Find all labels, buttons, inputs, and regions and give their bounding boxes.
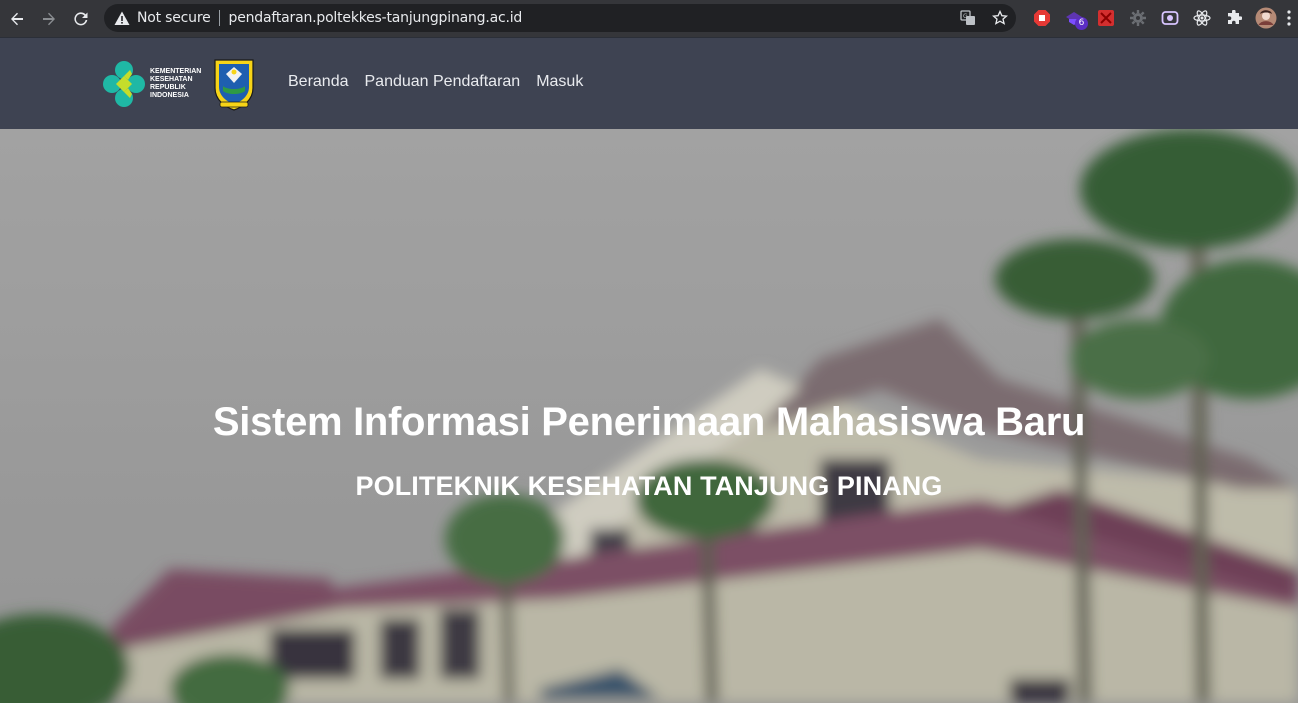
adblock-extension-icon[interactable]	[1026, 5, 1058, 31]
address-bar[interactable]: Not secure pendaftaran.poltekkes-tanjung…	[104, 4, 1016, 32]
browser-toolbar: Not secure pendaftaran.poltekkes-tanjung…	[0, 0, 1298, 37]
logo-line-3: REPUBLIK	[150, 84, 186, 91]
star-icon[interactable]	[990, 8, 1010, 28]
logo-line-4: INDONESIA	[150, 92, 189, 99]
react-devtools-icon[interactable]	[1186, 5, 1218, 31]
gear-extension-icon[interactable]	[1122, 5, 1154, 31]
security-label[interactable]: Not secure	[137, 10, 211, 26]
nav-panduan-pendaftaran-link[interactable]: Panduan Pendaftaran	[365, 73, 521, 91]
forward-icon[interactable]	[34, 4, 64, 34]
screen-capture-extension-icon[interactable]	[1154, 5, 1186, 31]
logo-line-1: KEMENTERIAN	[150, 68, 202, 75]
site-header: KEMENTERIAN KESEHATAN REPUBLIK INDONESIA…	[0, 37, 1298, 129]
purple-extension-icon[interactable]: 6	[1058, 5, 1090, 31]
hero-banner: Sistem Informasi Penerimaan Mahasiswa Ba…	[0, 129, 1298, 703]
kepri-emblem-logo[interactable]	[211, 56, 257, 112]
url-text[interactable]: pendaftaran.poltekkes-tanjungpinang.ac.i…	[229, 10, 523, 26]
kemenkes-logo[interactable]: KEMENTERIAN KESEHATAN REPUBLIK INDONESIA	[100, 58, 208, 110]
nav-masuk-link[interactable]: Masuk	[536, 73, 583, 91]
nav-beranda-link[interactable]: Beranda	[288, 73, 349, 91]
menu-icon[interactable]	[1282, 5, 1296, 31]
red-extension-icon[interactable]	[1090, 5, 1122, 31]
omnibox-divider	[218, 10, 220, 26]
reload-icon[interactable]	[66, 4, 96, 34]
back-icon[interactable]	[2, 4, 32, 34]
warning-icon[interactable]	[114, 10, 130, 26]
extension-icon[interactable]	[1218, 5, 1250, 31]
extension-badge: 6	[1075, 17, 1088, 30]
kemenkes-logo-icon	[103, 61, 145, 107]
main-nav: Beranda Panduan Pendaftaran Masuk	[288, 73, 599, 91]
avatar[interactable]	[1250, 5, 1282, 31]
kemenkes-logo-text: KEMENTERIAN KESEHATAN REPUBLIK INDONESIA	[150, 68, 201, 100]
logo-line-2: KESEHATAN	[150, 76, 193, 83]
svg-text:G: G	[963, 13, 968, 20]
extensions-tray: 6	[1026, 5, 1296, 31]
hero-subtitle: POLITEKNIK KESEHATAN TANJUNG PINANG	[355, 471, 943, 501]
hero-title: Sistem Informasi Penerimaan Mahasiswa Ba…	[212, 400, 1086, 444]
translate-icon[interactable]: G	[958, 8, 978, 28]
